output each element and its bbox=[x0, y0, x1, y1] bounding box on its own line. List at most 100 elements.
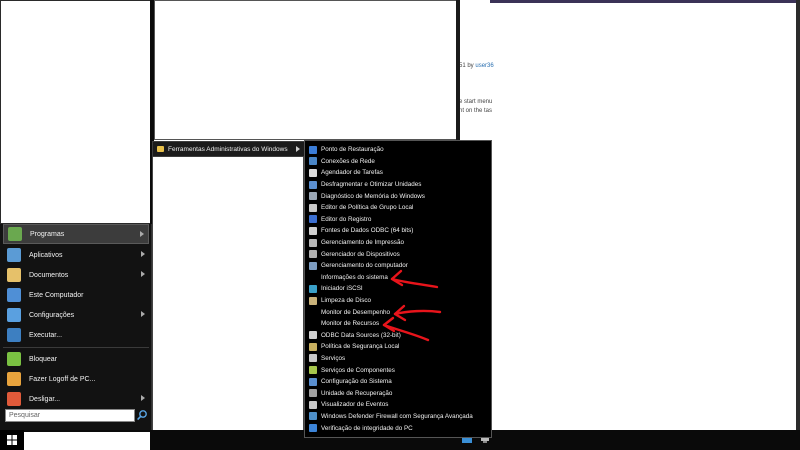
admin-tool-item[interactable]: Política de Segurança Local bbox=[309, 341, 489, 353]
print-icon bbox=[309, 238, 317, 247]
device-manager-icon bbox=[309, 250, 317, 259]
chevron-right-icon bbox=[296, 146, 300, 152]
blank-icon bbox=[309, 273, 317, 281]
start-item-bloquear[interactable]: Bloquear bbox=[3, 349, 149, 369]
start-item-executar[interactable]: Executar... bbox=[3, 325, 149, 345]
admin-tool-item[interactable]: Conexões de Rede bbox=[309, 156, 489, 168]
power-icon bbox=[7, 392, 21, 406]
blank-icon bbox=[309, 320, 317, 328]
admin-tool-item[interactable]: Monitor de Desempenho bbox=[309, 306, 489, 318]
windows-start-button[interactable] bbox=[0, 430, 24, 450]
admin-tool-label: Monitor de Desempenho bbox=[321, 308, 390, 316]
admin-tool-label: Iniciador iSCSI bbox=[321, 285, 363, 293]
window-frame-right bbox=[456, 0, 460, 142]
admin-tool-item[interactable]: Visualizador de Eventos bbox=[309, 399, 489, 411]
start-item-label: Programas bbox=[30, 230, 65, 238]
admin-tool-item[interactable]: Editor do Registro bbox=[309, 214, 489, 226]
security-policy-icon bbox=[309, 342, 317, 351]
taskbar-blank-area bbox=[24, 432, 150, 450]
odbc32-icon bbox=[309, 331, 317, 340]
iscsi-icon bbox=[309, 284, 317, 293]
admin-tool-item[interactable]: ODBC Data Sources (32-bit) bbox=[309, 330, 489, 342]
admin-tool-item[interactable]: Diagnóstico de Memória do Windows bbox=[309, 190, 489, 202]
settings-icon bbox=[7, 308, 21, 322]
admin-tool-label: Unidade de Recuperação bbox=[321, 389, 393, 397]
admin-tool-item[interactable]: Editor de Política de Grupo Local bbox=[309, 202, 489, 214]
admin-tool-label: Gerenciamento do computador bbox=[321, 262, 408, 270]
lock-icon bbox=[7, 352, 21, 366]
start-item-logoff[interactable]: Fazer Logoff de PC... bbox=[3, 369, 149, 389]
disk-cleanup-icon bbox=[309, 296, 317, 305]
folder-icon bbox=[157, 146, 164, 152]
start-search-input[interactable]: Pesquisar bbox=[5, 409, 135, 422]
byline-user-link[interactable]: user36 bbox=[475, 63, 493, 69]
component-services-icon bbox=[309, 366, 317, 375]
admin-tool-label: ODBC Data Sources (32-bit) bbox=[321, 331, 401, 339]
admin-tool-label: Desfragmentar e Otimizar Unidades bbox=[321, 181, 422, 189]
msconfig-icon bbox=[309, 377, 317, 386]
chevron-right-icon bbox=[141, 311, 145, 317]
search-icon[interactable] bbox=[136, 409, 148, 422]
logoff-icon bbox=[7, 372, 21, 386]
start-item-configuracoes[interactable]: Configurações bbox=[3, 305, 149, 325]
start-item-desligar[interactable]: Desligar... bbox=[3, 389, 149, 409]
admin-tool-item[interactable]: Iniciador iSCSI bbox=[309, 283, 489, 295]
computer-icon bbox=[7, 288, 21, 302]
admin-tool-label: Limpeza de Disco bbox=[321, 297, 372, 305]
admin-tool-item[interactable]: Unidade de Recuperação bbox=[309, 387, 489, 399]
admin-tool-label: Serviços bbox=[321, 354, 346, 362]
start-item-label: Fazer Logoff de PC... bbox=[29, 375, 96, 383]
admin-tool-label: Editor de Política de Grupo Local bbox=[321, 204, 414, 212]
byline-prefix: 51 by bbox=[459, 63, 476, 69]
admin-tool-label: Verificação de integridade do PC bbox=[321, 424, 413, 432]
admin-tool-label: Ponto de Restauração bbox=[321, 146, 384, 154]
post-byline: 51 by user36 bbox=[459, 63, 494, 69]
admin-tool-item[interactable]: Monitor de Recursos bbox=[309, 318, 489, 330]
admin-tool-item[interactable]: Limpeza de Disco bbox=[309, 295, 489, 307]
admin-tool-item[interactable]: Agendador de Tarefas bbox=[309, 167, 489, 179]
browser-top-bar bbox=[490, 0, 800, 3]
admin-tool-item[interactable]: Gerenciamento do computador bbox=[309, 260, 489, 272]
admin-tool-label: Diagnóstico de Memória do Windows bbox=[321, 192, 425, 200]
start-item-label: Aplicativos bbox=[29, 251, 63, 259]
admin-tool-item[interactable]: Gerenciador de Dispositivos bbox=[309, 248, 489, 260]
apps-icon bbox=[7, 248, 21, 262]
pc-health-icon bbox=[309, 424, 317, 433]
start-item-aplicativos[interactable]: Aplicativos bbox=[3, 245, 149, 265]
background-text-line-1: e start menu bbox=[459, 99, 493, 105]
admin-tool-label: Agendador de Tarefas bbox=[321, 169, 383, 177]
start-item-programas[interactable]: Programas bbox=[3, 224, 149, 244]
run-icon bbox=[7, 328, 21, 342]
admin-tool-item[interactable]: Verificação de integridade do PC bbox=[309, 422, 489, 434]
submenu-label: Ferramentas Administrativas do Windows bbox=[168, 145, 288, 153]
browser-scrollbar[interactable] bbox=[796, 0, 800, 450]
admin-tool-item[interactable]: Fontes de Dados ODBC (64 bits) bbox=[309, 225, 489, 237]
start-item-label: Bloquear bbox=[29, 355, 58, 363]
programs-icon bbox=[8, 227, 22, 241]
submenu-ferramentas-administrativas[interactable]: Ferramentas Administrativas do Windows bbox=[152, 141, 305, 157]
admin-tool-item[interactable]: Informações do sistema bbox=[309, 272, 489, 284]
admin-tool-label: Visualizador de Eventos bbox=[321, 401, 389, 409]
firewall-icon bbox=[309, 412, 317, 421]
admin-tool-item[interactable]: Windows Defender Firewall com Segurança … bbox=[309, 411, 489, 423]
admin-tools-list: Ponto de Restauração Conexões de Rede Agen… bbox=[309, 144, 489, 434]
admin-tool-item[interactable]: Configuração do Sistema bbox=[309, 376, 489, 388]
start-item-este-computador[interactable]: Este Computador bbox=[3, 285, 149, 305]
blank-window-top bbox=[154, 0, 458, 140]
start-item-documentos[interactable]: Documentos bbox=[3, 265, 149, 285]
services-icon bbox=[309, 354, 317, 363]
event-viewer-icon bbox=[309, 400, 317, 409]
admin-tool-label: Gerenciamento de Impressão bbox=[321, 239, 404, 247]
start-menu-blank-panel bbox=[0, 0, 152, 224]
defrag-icon bbox=[309, 180, 317, 189]
admin-tool-item[interactable]: Ponto de Restauração bbox=[309, 144, 489, 156]
network-icon bbox=[309, 157, 317, 166]
blank-icon bbox=[309, 308, 317, 316]
admin-tool-item[interactable]: Serviços bbox=[309, 353, 489, 365]
admin-tool-item[interactable]: Serviços de Componentes bbox=[309, 364, 489, 376]
recovery-drive-icon bbox=[309, 389, 317, 398]
admin-tool-item[interactable]: Gerenciamento de Impressão bbox=[309, 237, 489, 249]
documents-icon bbox=[7, 268, 21, 282]
admin-tool-item[interactable]: Desfragmentar e Otimizar Unidades bbox=[309, 179, 489, 191]
admin-tool-label: Informações do sistema bbox=[321, 273, 388, 281]
